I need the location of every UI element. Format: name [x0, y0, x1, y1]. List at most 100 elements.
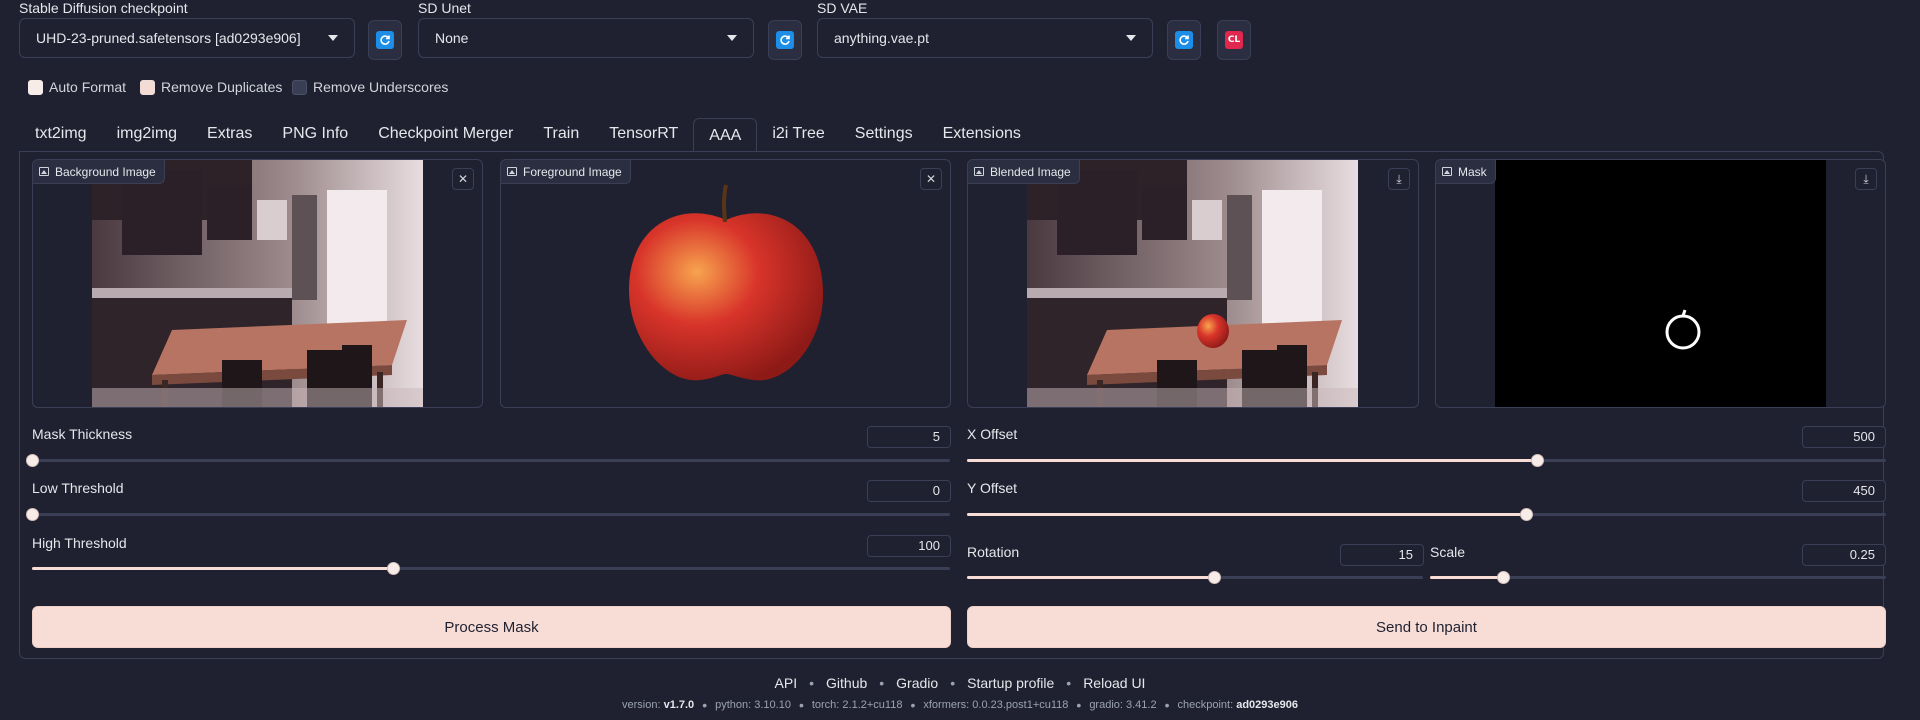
- tab-aaa[interactable]: AAA: [693, 118, 758, 152]
- rotation-slider[interactable]: [967, 576, 1423, 579]
- remove-underscores-checkbox[interactable]: [292, 79, 307, 95]
- remove-duplicates-checkbox[interactable]: [140, 79, 155, 95]
- vae-label: SD VAE: [817, 0, 868, 16]
- tab-extensions[interactable]: Extensions: [928, 117, 1036, 151]
- y-offset-slider[interactable]: [967, 513, 1886, 516]
- separator-dot: •: [1066, 675, 1072, 691]
- high-threshold-thumb[interactable]: [386, 562, 400, 575]
- tab-img2img[interactable]: img2img: [102, 117, 192, 151]
- mask-image-box[interactable]: Mask ⤓: [1435, 159, 1886, 408]
- clear-button[interactable]: CL: [1217, 20, 1251, 60]
- mask-thickness-slider[interactable]: [32, 459, 950, 462]
- low-threshold-slider[interactable]: [32, 513, 950, 516]
- close-icon[interactable]: ✕: [920, 168, 942, 190]
- image-icon: [507, 167, 517, 176]
- unet-dropdown[interactable]: None: [418, 18, 754, 58]
- tab-extras[interactable]: Extras: [192, 117, 267, 151]
- mask-image-label: Mask: [1436, 160, 1496, 184]
- process-mask-button[interactable]: Process Mask: [32, 606, 951, 648]
- tab-i2i-tree[interactable]: i2i Tree: [757, 117, 839, 151]
- vae-value: anything.vae.pt: [834, 30, 929, 46]
- close-icon[interactable]: ✕: [452, 168, 474, 190]
- auto-format-checkbox[interactable]: [28, 79, 43, 95]
- blended-image-label: Blended Image: [968, 160, 1080, 184]
- footer-xformers: xformers: 0.0.23.post1+cu118: [923, 699, 1069, 711]
- tab-png-info[interactable]: PNG Info: [267, 117, 363, 151]
- chevron-down-icon: [727, 35, 737, 41]
- main-tabs: txt2img img2img Extras PNG Info Checkpoi…: [20, 117, 1036, 152]
- auto-format-label: Auto Format: [49, 79, 127, 95]
- low-threshold-input[interactable]: 0: [867, 480, 951, 502]
- mask-thickness-thumb[interactable]: [26, 454, 39, 467]
- unet-label: SD Unet: [418, 0, 471, 16]
- image-icon: [39, 167, 49, 176]
- blended-image-box[interactable]: Blended Image ⤓: [967, 159, 1419, 408]
- chevron-down-icon: [328, 35, 338, 41]
- blended-kitchen-image: [1027, 160, 1358, 407]
- download-icon[interactable]: ⤓: [1388, 168, 1410, 190]
- checkpoint-refresh-button[interactable]: [368, 20, 402, 60]
- foreground-image-box[interactable]: Foreground Image ✕: [500, 159, 951, 408]
- auto-format-option[interactable]: Auto Format: [28, 79, 126, 95]
- unet-value: None: [435, 30, 469, 46]
- checkpoint-label: Stable Diffusion checkpoint: [19, 0, 188, 16]
- tab-checkpoint-merger[interactable]: Checkpoint Merger: [363, 117, 528, 151]
- foreground-image-label: Foreground Image: [501, 160, 631, 184]
- remove-duplicates-option[interactable]: Remove Duplicates: [140, 79, 282, 95]
- download-icon[interactable]: ⤓: [1855, 168, 1877, 190]
- remove-underscores-option[interactable]: Remove Underscores: [292, 79, 448, 95]
- footer-links: API • Github • Gradio • Startup profile …: [0, 675, 1920, 691]
- low-threshold-thumb[interactable]: [26, 508, 39, 521]
- x-offset-input[interactable]: 500: [1802, 426, 1886, 448]
- remove-underscores-label: Remove Underscores: [313, 79, 449, 95]
- mask-thickness-label: Mask Thickness: [32, 426, 133, 442]
- footer-link-api[interactable]: API: [775, 675, 798, 691]
- tab-train[interactable]: Train: [528, 117, 594, 151]
- tab-tensorrt[interactable]: TensorRT: [594, 117, 693, 151]
- remove-duplicates-label: Remove Duplicates: [161, 79, 283, 95]
- footer-link-github[interactable]: Github: [826, 675, 867, 691]
- separator-dot: •: [879, 675, 885, 691]
- vae-refresh-button[interactable]: [1167, 20, 1201, 60]
- kitchen-image: [92, 160, 423, 407]
- footer-gradio: gradio: 3.41.2: [1089, 699, 1157, 711]
- footer-link-gradio[interactable]: Gradio: [896, 675, 938, 691]
- footer-torch: torch: 2.1.2+cu118: [811, 699, 903, 711]
- high-threshold-input[interactable]: 100: [867, 535, 951, 557]
- separator-dot: •: [809, 675, 815, 691]
- background-image-label: Background Image: [33, 160, 165, 184]
- checkpoint-value: UHD-23-pruned.safetensors [ad0293e906]: [36, 30, 301, 46]
- y-offset-input[interactable]: 450: [1802, 480, 1886, 502]
- checkpoint-dropdown[interactable]: UHD-23-pruned.safetensors [ad0293e906]: [19, 18, 355, 58]
- scale-thumb[interactable]: [1496, 571, 1510, 584]
- footer-version-info: version: v1.7.0 • python: 3.10.10 • torc…: [0, 697, 1920, 713]
- refresh-icon: [776, 31, 794, 49]
- chevron-down-icon: [1126, 35, 1136, 41]
- rotation-input[interactable]: 15: [1340, 544, 1424, 566]
- footer-link-startup-profile[interactable]: Startup profile: [967, 675, 1054, 691]
- background-image-box[interactable]: Background Image ✕: [32, 159, 483, 408]
- unet-refresh-button[interactable]: [768, 20, 802, 60]
- mask-image: [1495, 160, 1826, 407]
- mask-thickness-input[interactable]: 5: [867, 426, 951, 448]
- scale-input[interactable]: 0.25: [1802, 544, 1886, 566]
- image-icon: [1442, 167, 1452, 176]
- x-offset-thumb[interactable]: [1530, 454, 1544, 467]
- rotation-label: Rotation: [967, 544, 1020, 560]
- tab-settings[interactable]: Settings: [840, 117, 928, 151]
- separator-dot: •: [798, 697, 804, 713]
- separator-dot: •: [1076, 697, 1082, 713]
- refresh-icon: [1175, 31, 1193, 49]
- x-offset-slider[interactable]: [967, 459, 1886, 462]
- high-threshold-slider[interactable]: [32, 567, 950, 570]
- apple-image: [629, 184, 824, 381]
- footer-link-reload-ui[interactable]: Reload UI: [1083, 675, 1145, 691]
- y-offset-thumb[interactable]: [1519, 508, 1533, 521]
- vae-dropdown[interactable]: anything.vae.pt: [817, 18, 1153, 58]
- high-threshold-label: High Threshold: [32, 535, 127, 551]
- scale-label: Scale: [1430, 544, 1466, 560]
- refresh-icon: [376, 31, 394, 49]
- send-to-inpaint-button[interactable]: Send to Inpaint: [967, 606, 1886, 648]
- tab-txt2img[interactable]: txt2img: [20, 117, 102, 151]
- footer-checkpoint: checkpoint: ad0293e906: [1177, 699, 1299, 711]
